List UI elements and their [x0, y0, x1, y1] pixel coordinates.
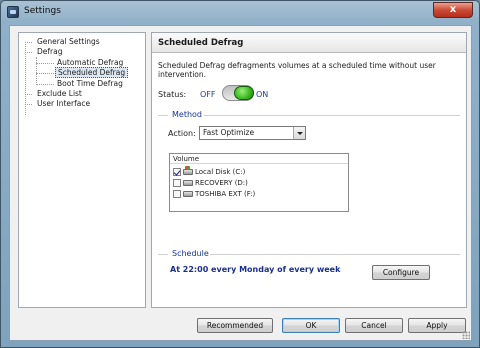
status-on-label: ON — [256, 90, 269, 99]
schedule-divider — [210, 254, 460, 255]
window-title: Settings — [24, 6, 61, 16]
method-divider — [204, 115, 460, 116]
tree-item-exclude-list[interactable]: Exclude List — [35, 89, 84, 99]
apply-button[interactable]: Apply — [408, 318, 466, 333]
resize-grip[interactable] — [462, 331, 470, 339]
volume-list: Volume Local Disk (C:) RECOVERY (D:) TOS… — [169, 153, 349, 212]
title-bar[interactable]: Settings x — [1, 1, 479, 25]
tree-item-general-settings[interactable]: General Settings — [35, 37, 102, 47]
action-select-value: Fast Optimize — [203, 128, 255, 137]
ok-button[interactable]: OK — [282, 318, 340, 333]
drive-icon — [183, 191, 193, 197]
tree-item-label: General Settings — [37, 37, 100, 46]
status-off-label: OFF — [200, 90, 216, 99]
system-drive-icon — [183, 166, 193, 175]
schedule-divider-lead — [158, 254, 168, 255]
settings-window: Settings x General Settings Defrag Autom… — [0, 0, 480, 348]
tree-item-boot-time-defrag[interactable]: Boot Time Defrag — [55, 79, 125, 89]
settings-tree: General Settings Defrag Automatic Defrag… — [18, 32, 146, 308]
app-icon — [7, 6, 19, 18]
tree-item-label: Automatic Defrag — [57, 58, 124, 67]
dialog-client-area: General Settings Defrag Automatic Defrag… — [9, 25, 472, 341]
tree-item-label: Boot Time Defrag — [57, 79, 123, 88]
schedule-section-title: Schedule — [172, 249, 209, 258]
volume-row-f[interactable]: TOSHIBA EXT (F:) — [173, 189, 255, 199]
volume-label: RECOVERY (D:) — [195, 179, 248, 187]
method-divider-lead — [158, 115, 168, 116]
close-button[interactable]: x — [433, 2, 473, 18]
tree-item-label: User Interface — [37, 99, 91, 108]
scheduled-defrag-panel: Scheduled Defrag Scheduled Defrag defrag… — [151, 32, 467, 308]
action-label: Action: — [168, 129, 196, 138]
volume-row-d[interactable]: RECOVERY (D:) — [173, 178, 248, 188]
cancel-button[interactable]: Cancel — [345, 318, 403, 333]
status-toggle[interactable] — [222, 85, 254, 101]
panel-header: Scheduled Defrag — [152, 33, 466, 53]
panel-description: Scheduled Defrag defragments volumes at … — [158, 61, 436, 79]
volume-label: Local Disk (C:) — [195, 168, 246, 176]
tree-item-scheduled-defrag[interactable]: Scheduled Defrag — [55, 67, 129, 78]
chevron-down-icon[interactable] — [293, 127, 305, 139]
schedule-summary: At 22:00 every Monday of every week — [170, 265, 341, 274]
volume-row-c[interactable]: Local Disk (C:) — [173, 166, 246, 177]
recommended-button[interactable]: Recommended — [197, 318, 273, 333]
tree-item-defrag[interactable]: Defrag — [35, 47, 64, 57]
configure-button[interactable]: Configure — [372, 265, 430, 280]
tree-item-user-interface[interactable]: User Interface — [35, 99, 92, 109]
toggle-knob — [234, 86, 254, 100]
drive-icon — [183, 180, 193, 186]
dialog-footer: Recommended OK Cancel Apply — [10, 310, 471, 340]
tree-item-label: Defrag — [37, 47, 63, 56]
method-section-title: Method — [172, 110, 203, 119]
tree-item-label: Scheduled Defrag — [55, 67, 129, 78]
volume-checkbox[interactable] — [173, 168, 181, 176]
action-select[interactable]: Fast Optimize — [199, 126, 306, 140]
volume-label: TOSHIBA EXT (F:) — [195, 190, 256, 198]
volume-checkbox[interactable] — [173, 179, 181, 187]
volume-checkbox[interactable] — [173, 190, 181, 198]
tree-item-label: Exclude List — [37, 89, 82, 98]
status-label: Status: — [158, 90, 187, 99]
volume-column-header[interactable]: Volume — [170, 154, 348, 164]
